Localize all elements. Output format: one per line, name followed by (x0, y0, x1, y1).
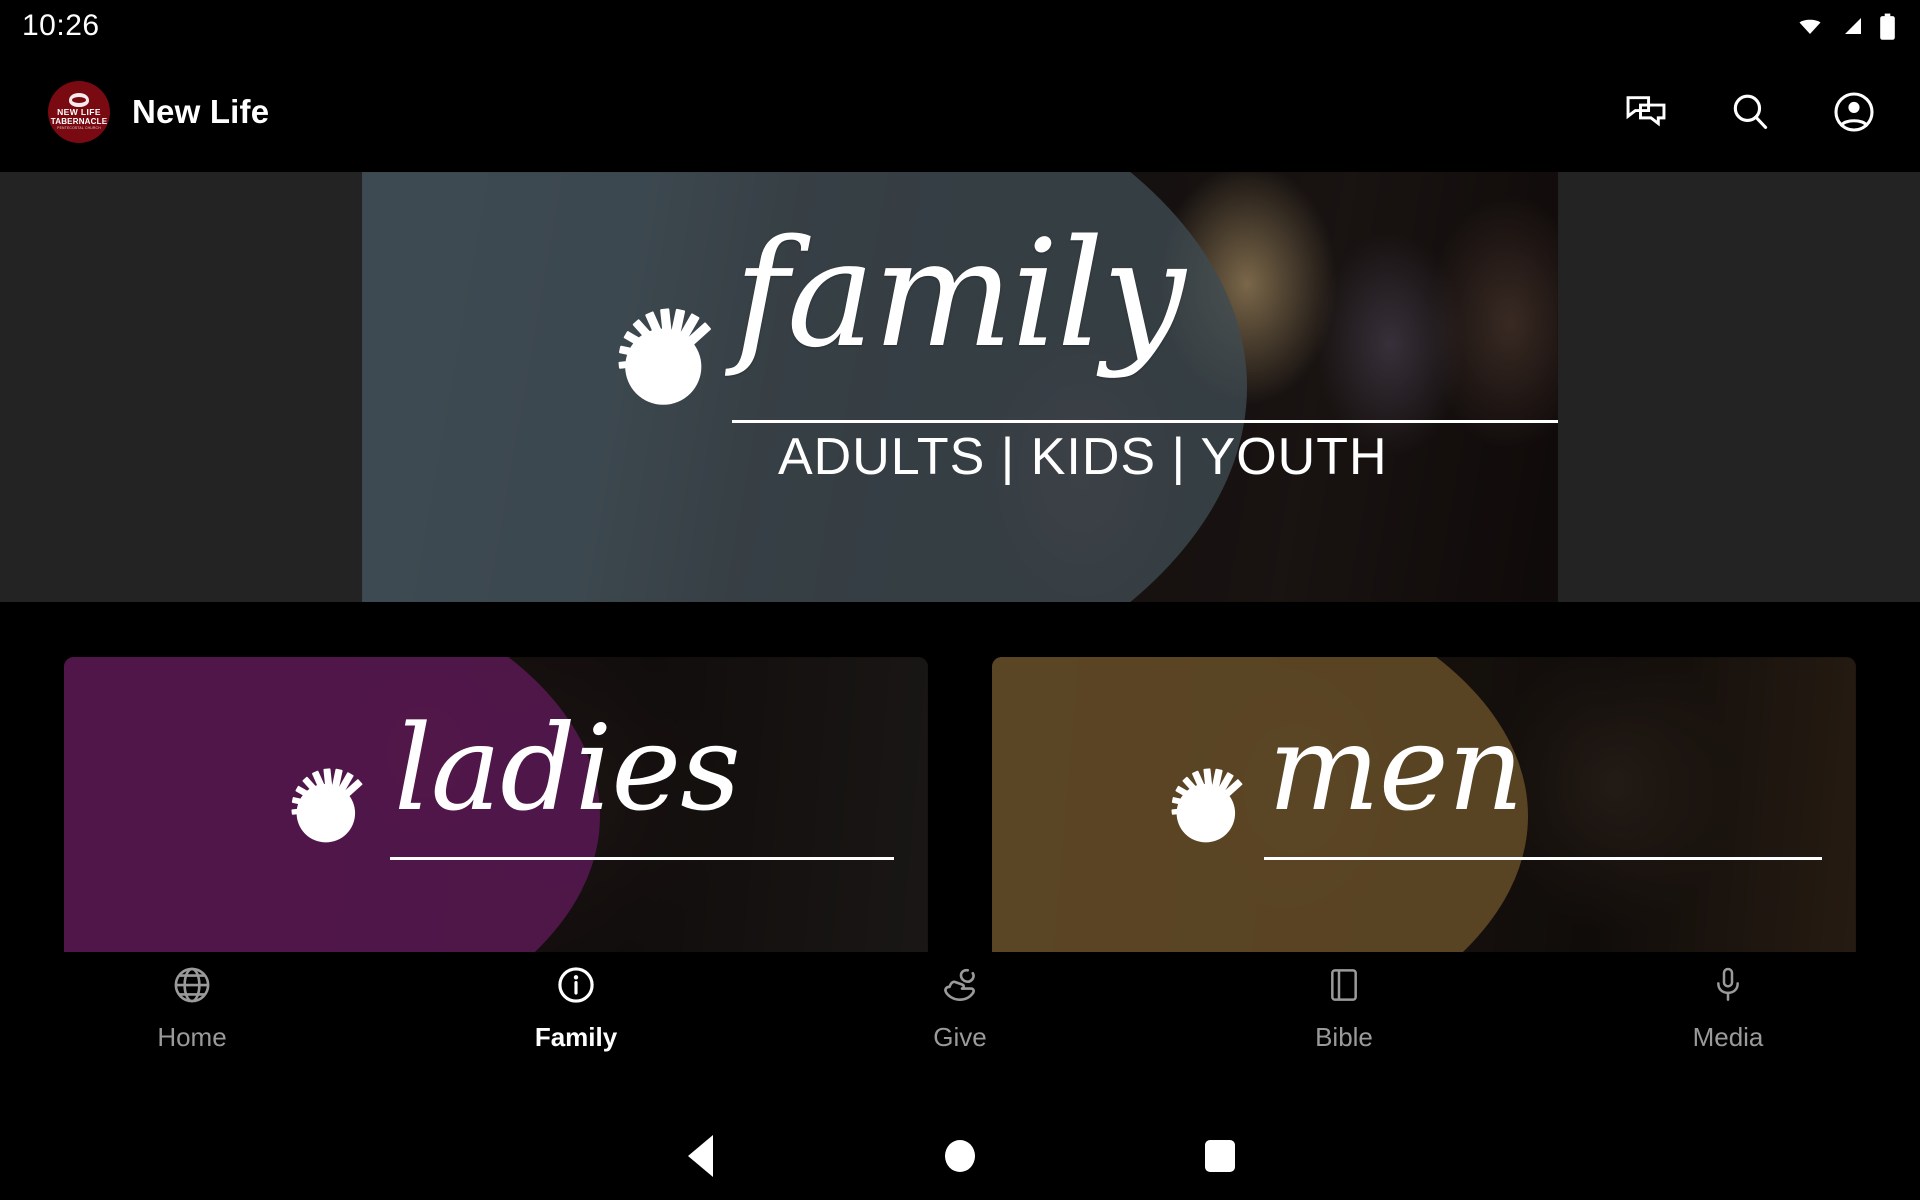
nav-icon-wrap-media (1708, 960, 1748, 1010)
nav-label-family: Family (534, 1022, 618, 1052)
new-life-tabernacle-logo: NEW LIFE TABERNACLE PENTECOSTAL CHURCH (48, 81, 110, 143)
system-recents-button[interactable] (1090, 1140, 1350, 1172)
nav-icon-wrap-give (939, 960, 981, 1010)
app-root: 10:26 NEW LIFE TABERNACLE PENTECOSTAL CH… (0, 0, 1920, 1200)
nav-item-bible[interactable]: Bible (1152, 960, 1536, 1053)
men-card[interactable]: men (992, 657, 1856, 975)
status-bar: 10:26 (0, 0, 1920, 52)
account-button[interactable] (1830, 88, 1878, 136)
ladies-card[interactable]: ladies (64, 657, 928, 975)
system-back-button[interactable] (570, 1135, 830, 1177)
ladies-card-rule (390, 857, 894, 860)
system-home-button[interactable] (830, 1140, 1090, 1172)
logo-flame-mark (69, 93, 89, 107)
nav-icon-wrap-bible (1324, 960, 1364, 1010)
globe-icon (174, 967, 210, 1003)
men-card-title: men (1268, 699, 1524, 837)
main-content: family ADULTS | KIDS | YOUTH ladies men (0, 172, 1920, 975)
microphone-icon (1717, 967, 1739, 1001)
info-circle-icon (558, 967, 594, 1003)
nav-icon-wrap-home (171, 960, 213, 1010)
nav-label-give: Give (933, 1022, 987, 1052)
nav-label-home: Home (157, 1022, 227, 1052)
sunburst-logo-icon (291, 768, 363, 843)
logo-line-1: NEW LIFE (57, 107, 101, 117)
ladies-card-title: ladies (394, 699, 741, 837)
sunburst-logo-icon (618, 308, 711, 405)
nav-item-family[interactable]: Family (384, 960, 768, 1053)
app-bar-actions (1622, 88, 1878, 136)
giving-hand-icon (944, 968, 975, 1002)
bottom-navigation: Home Family Give Bible Media (0, 952, 1920, 1112)
search-icon (1733, 94, 1768, 129)
logo-line-2: TABERNACLE (50, 117, 108, 126)
men-card-rule (1264, 857, 1822, 860)
family-banner-subtitle: ADULTS | KIDS | YOUTH (778, 428, 1388, 486)
nav-icon-wrap-family (555, 960, 597, 1010)
app-bar: NEW LIFE TABERNACLE PENTECOSTAL CHURCH N… (0, 52, 1920, 172)
book-icon (1331, 969, 1357, 1001)
battery-icon (1880, 13, 1895, 40)
family-banner[interactable]: family ADULTS | KIDS | YOUTH (362, 172, 1558, 602)
nav-label-bible: Bible (1315, 1022, 1373, 1052)
back-triangle-icon (687, 1135, 713, 1177)
home-circle-icon (945, 1140, 975, 1172)
wifi-icon (1799, 19, 1821, 34)
logo-line-3: PENTECOSTAL CHURCH (57, 126, 101, 130)
sunburst-logo-icon (1171, 768, 1243, 843)
nav-item-media[interactable]: Media (1536, 960, 1920, 1053)
status-bar-icons (1795, 13, 1896, 40)
nav-label-media: Media (1692, 1022, 1764, 1052)
chat-button[interactable] (1622, 88, 1670, 136)
status-bar-clock: 10:26 (22, 9, 100, 42)
ministry-cards-row: ladies men (0, 657, 1920, 975)
search-button[interactable] (1726, 88, 1774, 136)
family-banner-title: family (734, 208, 1186, 380)
android-system-nav (0, 1112, 1920, 1200)
nav-item-give[interactable]: Give (768, 960, 1152, 1053)
chat-icon (1626, 96, 1666, 127)
nav-item-home[interactable]: Home (0, 960, 384, 1053)
recents-square-icon (1205, 1140, 1235, 1172)
brand[interactable]: NEW LIFE TABERNACLE PENTECOSTAL CHURCH N… (48, 81, 269, 143)
app-title: New Life (132, 93, 270, 130)
cellular-signal-icon (1845, 18, 1861, 34)
family-banner-rule (732, 420, 1558, 423)
account-circle-icon (1834, 92, 1874, 132)
